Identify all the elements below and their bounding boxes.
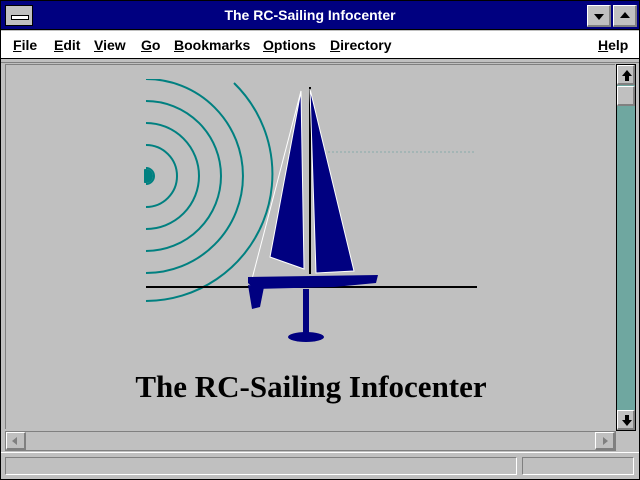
menu-bookmarks[interactable]: Bookmarks xyxy=(174,31,250,59)
scroll-left-button[interactable] xyxy=(6,432,26,450)
arrow-left-icon xyxy=(12,437,17,445)
radio-waves xyxy=(145,79,274,302)
menu-directory[interactable]: Directory xyxy=(330,31,391,59)
arrow-down-icon xyxy=(622,415,632,426)
window-title: The RC-Sailing Infocenter xyxy=(224,7,396,23)
page-content[interactable]: The RC-Sailing Infocenter xyxy=(5,64,615,429)
main-sail xyxy=(309,88,355,274)
status-bar xyxy=(1,452,639,479)
vertical-scrollbar[interactable] xyxy=(616,64,636,431)
status-text xyxy=(5,457,517,475)
system-menu-icon[interactable] xyxy=(5,5,33,26)
horizontal-scrollbar[interactable] xyxy=(5,431,616,451)
menu-file[interactable]: File xyxy=(13,31,37,59)
arrow-right-icon xyxy=(603,437,608,445)
minimize-button[interactable] xyxy=(587,5,611,27)
browser-window: The RC-Sailing Infocenter File Edit View… xyxy=(0,0,640,480)
menu-view[interactable]: View xyxy=(94,31,126,59)
keel xyxy=(303,289,309,333)
toolbar-separator xyxy=(1,59,639,63)
title-bar[interactable]: The RC-Sailing Infocenter xyxy=(1,1,639,30)
menu-help[interactable]: Help xyxy=(598,31,628,59)
scroll-right-button[interactable] xyxy=(595,432,615,450)
rc-sailing-logo xyxy=(144,79,477,342)
status-progress xyxy=(522,457,634,475)
menu-go[interactable]: Go xyxy=(141,31,160,59)
jib-sail xyxy=(269,90,305,270)
maximize-button[interactable] xyxy=(613,5,637,27)
maximize-icon xyxy=(620,12,630,18)
scroll-down-button[interactable] xyxy=(617,410,635,430)
scroll-up-button[interactable] xyxy=(617,65,635,85)
page-heading: The RC-Sailing Infocenter xyxy=(135,369,487,404)
minimize-icon xyxy=(594,14,604,20)
keel-bulb xyxy=(288,332,324,342)
vertical-scroll-thumb[interactable] xyxy=(617,86,635,106)
menu-edit[interactable]: Edit xyxy=(54,31,80,59)
menu-options[interactable]: Options xyxy=(263,31,316,59)
arrow-up-icon xyxy=(622,70,632,81)
menu-bar: File Edit View Go Bookmarks Options Dire… xyxy=(1,31,639,59)
rudder xyxy=(248,285,264,309)
